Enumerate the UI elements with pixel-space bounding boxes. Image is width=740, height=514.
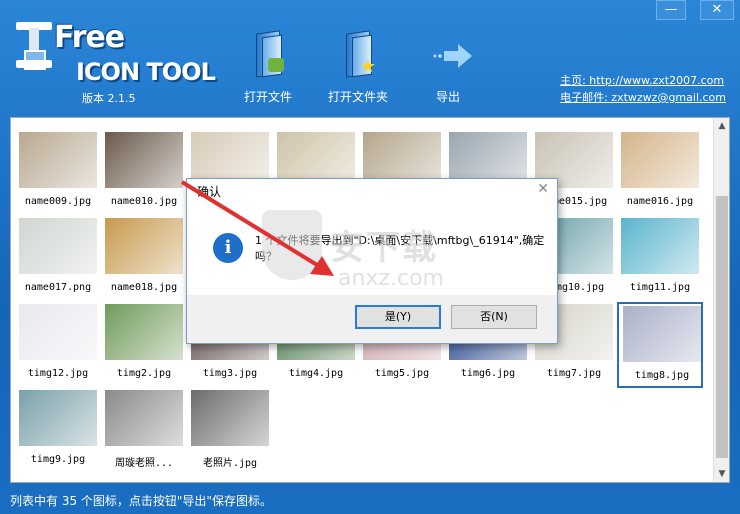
file-thumbnail bbox=[621, 132, 699, 188]
file-thumbnail bbox=[19, 390, 97, 446]
watermark: 安下载 anxz.com bbox=[262, 210, 482, 300]
file-name: timg11.jpg bbox=[629, 282, 691, 293]
contact-links: 主页: http://www.zxt2007.com 电子邮件: zxtwzwz… bbox=[560, 72, 726, 106]
file-name: name009.jpg bbox=[24, 196, 92, 207]
open-folder-label: 打开文件夹 bbox=[327, 90, 388, 104]
file-thumbnail bbox=[105, 390, 183, 446]
file-item[interactable]: timg12.jpg bbox=[15, 302, 101, 388]
open-folder-icon: ★ bbox=[342, 30, 376, 80]
file-item[interactable]: name010.jpg bbox=[101, 130, 187, 216]
file-thumbnail bbox=[19, 304, 97, 360]
file-thumbnail bbox=[191, 390, 269, 446]
open-file-button[interactable]: 打开文件 bbox=[228, 30, 308, 106]
no-button[interactable]: 否(N) bbox=[451, 305, 537, 329]
watermark-subtext: anxz.com bbox=[338, 266, 444, 291]
file-item[interactable]: 老照片.jpg bbox=[187, 388, 273, 474]
close-window-button[interactable]: ✕ bbox=[700, 0, 734, 20]
file-name: timg12.jpg bbox=[27, 368, 89, 379]
email-link[interactable]: 电子邮件: zxtwzwz@gmail.com bbox=[560, 89, 726, 106]
open-folder-button[interactable]: ★ 打开文件夹 bbox=[318, 30, 398, 106]
vertical-scrollbar[interactable]: ▲ ▼ bbox=[713, 118, 729, 482]
file-name: timg6.jpg bbox=[460, 368, 516, 379]
file-name: timg3.jpg bbox=[202, 368, 258, 379]
file-name: name017.png bbox=[24, 282, 92, 293]
file-thumbnail bbox=[105, 304, 183, 360]
file-thumbnail bbox=[105, 218, 183, 274]
file-thumbnail bbox=[105, 132, 183, 188]
info-icon: i bbox=[213, 233, 243, 263]
file-item[interactable]: timg9.jpg bbox=[15, 388, 101, 474]
file-name: timg7.jpg bbox=[546, 368, 602, 379]
file-thumbnail bbox=[623, 306, 701, 362]
file-name: timg2.jpg bbox=[116, 368, 172, 379]
version-label: 版本 2.1.5 bbox=[82, 92, 136, 105]
export-button[interactable]: 导出 bbox=[408, 30, 488, 106]
file-item[interactable]: name009.jpg bbox=[15, 130, 101, 216]
open-file-label: 打开文件 bbox=[243, 90, 292, 104]
watermark-shield-icon bbox=[262, 210, 322, 280]
file-item[interactable]: timg2.jpg bbox=[101, 302, 187, 388]
minimize-button[interactable]: — bbox=[656, 0, 686, 20]
scroll-thumb[interactable] bbox=[716, 196, 728, 458]
status-bar: 列表中有 35 个图标，点击按钮"导出"保存图标。 bbox=[10, 494, 272, 508]
scroll-up-arrow[interactable]: ▲ bbox=[714, 118, 730, 134]
logo-tool-text: ICON TOOL bbox=[76, 58, 216, 86]
scroll-down-arrow[interactable]: ▼ bbox=[714, 466, 730, 482]
file-item[interactable]: timg8.jpg bbox=[617, 302, 703, 388]
dialog-footer: 是(Y) 否(N) bbox=[187, 295, 557, 343]
export-label: 导出 bbox=[435, 90, 460, 104]
file-item[interactable]: 周璇老照... bbox=[101, 388, 187, 474]
logo-icon bbox=[16, 22, 54, 82]
app-header: Free ICON TOOL 版本 2.1.5 打开文件 ★ 打开文件夹 导出 … bbox=[0, 0, 740, 116]
file-item[interactable]: name017.png bbox=[15, 216, 101, 302]
file-thumbnail bbox=[19, 218, 97, 274]
file-item[interactable]: name018.jpg bbox=[101, 216, 187, 302]
file-name: 周璇老照... bbox=[114, 458, 174, 469]
open-file-icon bbox=[252, 30, 286, 80]
export-icon bbox=[432, 30, 472, 80]
file-name: name010.jpg bbox=[110, 196, 178, 207]
file-name: timg8.jpg bbox=[634, 370, 690, 381]
file-name: name018.jpg bbox=[110, 282, 178, 293]
file-name: timg4.jpg bbox=[288, 368, 344, 379]
file-thumbnail bbox=[621, 218, 699, 274]
file-name: timg5.jpg bbox=[374, 368, 430, 379]
dialog-title: 确认 bbox=[197, 185, 222, 199]
app-logo: Free ICON TOOL bbox=[12, 18, 222, 88]
watermark-text: 安下载 bbox=[330, 228, 438, 268]
file-name: 老照片.jpg bbox=[202, 458, 258, 469]
logo-free-text: Free bbox=[54, 20, 125, 55]
yes-button[interactable]: 是(Y) bbox=[355, 305, 441, 329]
homepage-link[interactable]: 主页: http://www.zxt2007.com bbox=[560, 72, 726, 89]
file-thumbnail bbox=[19, 132, 97, 188]
file-name: timg9.jpg bbox=[30, 454, 86, 465]
file-item[interactable]: name016.jpg bbox=[617, 130, 703, 216]
file-name: name016.jpg bbox=[626, 196, 694, 207]
file-item[interactable]: timg11.jpg bbox=[617, 216, 703, 302]
dialog-close-button[interactable]: ✕ bbox=[537, 181, 549, 197]
